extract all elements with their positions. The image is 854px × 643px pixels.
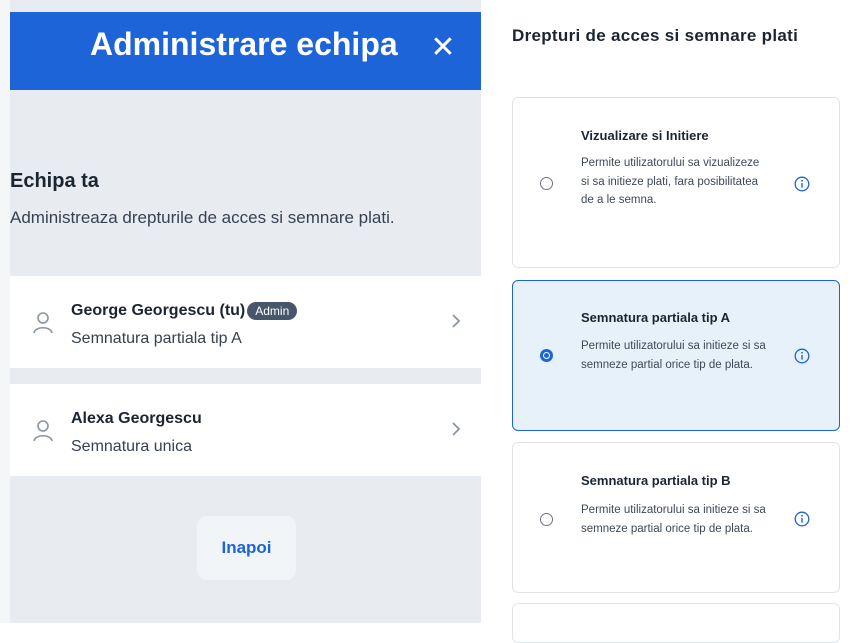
back-button[interactable]: Inapoi [197,516,296,580]
member-name: George Georgescu (tu) [71,302,246,319]
option-description: Permite utilizatorului sa vizualizeze si… [581,157,760,206]
option-view-initiate[interactable]: Vizualizare si Initiere Permite utilizat… [512,97,840,268]
member-role: Semnatura unica [71,438,192,455]
user-icon [33,420,53,442]
team-title: Echipa ta [10,170,99,192]
option-partial-signature-b[interactable]: Semnatura partiala tip B Permite utiliza… [512,442,840,593]
panel-title: Administrare echipa [90,26,398,62]
option-title: Vizualizare si Initiere [581,128,709,143]
close-button[interactable]: ✕ [425,30,461,66]
option-partial-signature-a[interactable]: Semnatura partiala tip A Permite utiliza… [512,280,840,431]
member-row-alexa[interactable]: Alexa Georgescu Semnatura unica [10,384,481,476]
member-name-row: Alexa Georgescu [71,410,202,428]
option-title: Semnatura partiala tip B [581,473,731,488]
chevron-right-icon [452,422,461,436]
option-title: Semnatura partiala tip A [581,310,731,325]
info-icon[interactable] [794,511,810,527]
member-row-george[interactable]: George Georgescu (tu) Admin Semnatura pa… [10,276,481,368]
option-description: Permite utilizatorului sa initieze si sa… [581,504,766,535]
option-description: Permite utilizatorului sa initieze si sa… [581,340,766,371]
info-icon[interactable] [794,348,810,364]
option-card-cut-off[interactable] [512,603,840,643]
option-radio[interactable] [540,177,553,190]
access-rights-title: Drepturi de acces si semnare plati [512,26,799,45]
member-name: Alexa Georgescu [71,410,202,427]
team-panel: Administrare echipa ✕ Echipa ta Administ… [0,0,481,623]
user-icon [33,312,53,334]
option-radio[interactable] [540,513,553,526]
chevron-right-icon [452,314,461,328]
close-icon: ✕ [430,31,456,64]
member-role: Semnatura partiala tip A [71,330,242,347]
member-name-row: George Georgescu (tu) Admin [71,302,298,320]
team-subtitle: Administreaza drepturile de acces si sem… [10,208,395,227]
panel-header: Administrare echipa ✕ [10,12,481,90]
info-icon[interactable] [794,176,810,192]
admin-badge: Admin [247,302,298,320]
option-radio[interactable] [540,349,553,362]
